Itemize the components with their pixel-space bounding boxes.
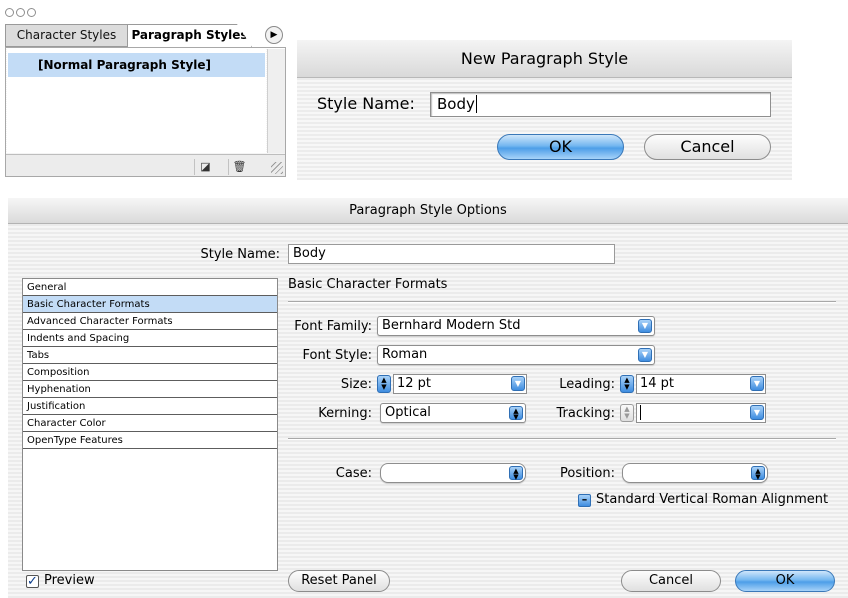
tracking-combo: ▲ ▼ ▼ <box>620 403 766 423</box>
category-tabs[interactable]: Tabs <box>23 347 277 364</box>
category-advanced-character-formats[interactable]: Advanced Character Formats <box>23 313 277 330</box>
category-basic-character-formats[interactable]: Basic Character Formats <box>23 296 277 313</box>
font-family-label: Font Family: <box>294 319 372 334</box>
separator <box>288 438 836 440</box>
palette-titlebar <box>0 0 289 22</box>
style-list: [Normal Paragraph Style] <box>7 49 266 153</box>
new-style-icon[interactable]: ◪ <box>194 159 216 175</box>
preview-checkbox[interactable]: ✓ <box>26 575 39 588</box>
size-input[interactable]: 12 pt <box>393 374 527 394</box>
leading-value: 14 pt <box>640 376 675 391</box>
svra-label: Standard Vertical Roman Alignment <box>596 492 829 507</box>
case-label: Case: <box>335 466 372 481</box>
chevron-down-icon: ▼ <box>638 348 652 362</box>
position-label: Position: <box>560 466 615 481</box>
close-window-icon[interactable] <box>5 8 14 17</box>
style-name-value: Body <box>437 95 475 113</box>
leading-input[interactable]: 14 pt <box>636 374 766 394</box>
preview-label: Preview <box>44 573 95 588</box>
up-down-arrows-icon: ▲ ▼ <box>751 466 765 481</box>
separator <box>288 301 836 303</box>
kerning-value: Optical <box>385 405 431 420</box>
kerning-label: Kerning: <box>318 406 372 421</box>
font-style-label: Font Style: <box>302 348 372 363</box>
size-combo: ▲ ▼ 12 pt ▼ <box>377 374 527 394</box>
tab-character-styles[interactable]: Character Styles <box>5 24 128 47</box>
zoom-window-icon[interactable] <box>27 8 36 17</box>
kerning-select[interactable]: Optical ▲ ▼ <box>380 403 526 423</box>
palette-tabs: Character Styles Paragraph Styles <box>0 24 289 47</box>
chevron-down-icon[interactable]: ▼ <box>511 376 525 391</box>
tracking-stepper-icon[interactable]: ▲ ▼ <box>620 404 634 422</box>
new-paragraph-style-dialog: New Paragraph Style Style Name: Body OK … <box>297 40 792 180</box>
palette-body: [Normal Paragraph Style] ◪ 🗑 <box>5 47 286 177</box>
tab-paragraph-styles[interactable]: Paragraph Styles <box>127 24 252 47</box>
chevron-down-icon[interactable]: ▼ <box>750 405 764 420</box>
category-list: General Basic Character Formats Advanced… <box>22 278 278 571</box>
chevron-down-icon[interactable]: ▼ <box>750 376 764 391</box>
font-style-value: Roman <box>382 347 428 362</box>
category-hyphenation[interactable]: Hyphenation <box>23 381 277 398</box>
resize-grip-icon[interactable] <box>271 162 283 174</box>
dialog-title: New Paragraph Style <box>297 40 792 78</box>
minimize-window-icon[interactable] <box>16 8 25 17</box>
category-character-color[interactable]: Character Color <box>23 415 277 432</box>
text-caret <box>475 95 477 113</box>
section-title: Basic Character Formats <box>288 277 448 292</box>
reset-panel-button[interactable]: Reset Panel <box>288 570 390 592</box>
cancel-button[interactable]: Cancel <box>644 134 771 160</box>
up-down-arrows-icon: ▲ ▼ <box>509 466 523 481</box>
style-name-label: Style Name: <box>200 247 280 262</box>
case-select[interactable]: ▲ ▼ <box>380 463 526 483</box>
palette-scrollbar[interactable] <box>267 49 285 153</box>
style-item-normal[interactable]: [Normal Paragraph Style] <box>8 53 265 77</box>
dialog-title: Paragraph Style Options <box>8 198 848 224</box>
leading-label: Leading: <box>559 377 615 392</box>
category-opentype-features[interactable]: OpenType Features <box>23 432 277 449</box>
font-style-select[interactable]: Roman ▼ <box>377 345 655 365</box>
palette-menu-arrow-icon[interactable]: ▶ <box>265 26 283 44</box>
style-name-input[interactable]: Body <box>430 92 771 117</box>
category-indents-and-spacing[interactable]: Indents and Spacing <box>23 330 277 347</box>
paragraph-style-options-dialog: Paragraph Style Options Style Name: Body… <box>8 198 848 598</box>
tracking-input[interactable] <box>636 403 766 423</box>
paragraph-styles-palette: Character Styles Paragraph Styles ▶ [Nor… <box>0 0 289 181</box>
text-caret <box>640 405 646 420</box>
tracking-label: Tracking: <box>556 406 616 421</box>
size-label: Size: <box>340 377 372 392</box>
style-name-label: Style Name: <box>317 94 415 113</box>
window-controls <box>5 6 38 20</box>
leading-combo: ▲ ▼ 14 pt ▼ <box>620 374 766 394</box>
trash-icon[interactable]: 🗑 <box>228 159 250 175</box>
font-family-value: Bernhard Modern Std <box>382 318 521 333</box>
chevron-down-icon: ▼ <box>638 319 652 333</box>
up-down-arrows-icon: ▲ ▼ <box>509 406 523 421</box>
ok-button[interactable]: OK <box>497 134 624 160</box>
style-name-input[interactable]: Body <box>288 244 615 264</box>
position-select[interactable]: ▲ ▼ <box>622 463 768 483</box>
size-stepper-icon[interactable]: ▲ ▼ <box>377 375 391 393</box>
cancel-button[interactable]: Cancel <box>621 570 721 592</box>
palette-footer: ◪ 🗑 <box>6 154 285 176</box>
font-family-select[interactable]: Bernhard Modern Std ▼ <box>377 316 655 336</box>
category-composition[interactable]: Composition <box>23 364 277 381</box>
ok-button[interactable]: OK <box>735 570 835 592</box>
svra-checkbox[interactable]: – <box>578 494 591 507</box>
leading-stepper-icon[interactable]: ▲ ▼ <box>620 375 634 393</box>
category-justification[interactable]: Justification <box>23 398 277 415</box>
size-value: 12 pt <box>397 376 432 391</box>
category-general[interactable]: General <box>23 279 277 296</box>
